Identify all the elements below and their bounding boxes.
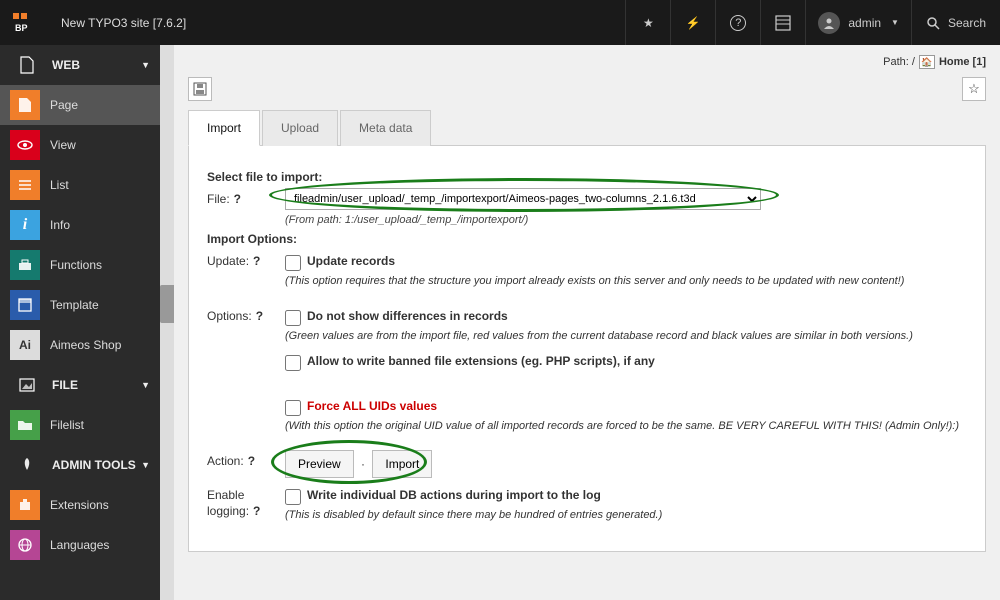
help-icon[interactable]: ? (248, 454, 255, 468)
force-uids-desc: (With this option the original UID value… (285, 420, 967, 432)
globe-icon (10, 530, 40, 560)
home-page-icon: 🏠 (919, 55, 935, 69)
save-action-icon[interactable] (188, 77, 212, 101)
path-home-link[interactable]: Home [1] (939, 56, 986, 68)
sidebar-item-aimeos[interactable]: Ai Aimeos Shop (0, 325, 160, 365)
bookmark-icon[interactable]: ★ (625, 0, 670, 45)
update-label: Update:? (207, 250, 285, 268)
pagetree-collapsed (160, 45, 174, 600)
update-records-desc: (This option requires that the structure… (285, 275, 967, 287)
eye-icon (10, 130, 40, 160)
options-label: Options:? (207, 305, 285, 323)
sidebar-item-functions[interactable]: Functions (0, 245, 160, 285)
sidebar-item-list[interactable]: List (0, 165, 160, 205)
cache-flash-icon[interactable]: ⚡ (670, 0, 715, 45)
sidebar-item-filelist[interactable]: Filelist (0, 405, 160, 445)
sidebar-item-page[interactable]: Page (0, 85, 160, 125)
chevron-down-icon: ▼ (141, 460, 150, 470)
action-label: Action:? (207, 450, 285, 468)
no-diff-desc: (Green values are from the import file, … (285, 330, 967, 342)
no-diff-label: Do not show differences in records (307, 309, 508, 323)
sidebar-group-admin[interactable]: ADMIN TOOLS ▼ (0, 445, 160, 485)
info-icon: i (10, 210, 40, 240)
logging-label: Enable logging:? (207, 484, 285, 519)
help-icon[interactable]: ? (234, 192, 241, 206)
rocket-icon (12, 450, 42, 480)
path-bar: Path: / 🏠 Home [1] (174, 45, 1000, 75)
template-icon (10, 290, 40, 320)
logging-desc: (This is disabled by default since there… (285, 509, 967, 521)
add-bookmark-button[interactable]: ☆ (962, 77, 986, 101)
caret-down-icon: ▼ (891, 18, 899, 27)
content-area: Path: / 🏠 Home [1] ☆ Import Upload Meta … (174, 45, 1000, 600)
tab-import[interactable]: Import (188, 110, 260, 146)
import-button[interactable]: Import (372, 450, 432, 478)
plugin-icon (10, 490, 40, 520)
pagetree-toggle-handle[interactable] (160, 285, 174, 323)
application-icon[interactable] (760, 0, 805, 45)
doc-header: ☆ (174, 75, 1000, 109)
aimeos-icon: Ai (10, 330, 40, 360)
folder-icon (10, 410, 40, 440)
sidebar-group-web[interactable]: WEB ▼ (0, 45, 160, 85)
typo3-logo-icon[interactable]: BP (0, 0, 45, 45)
file-select[interactable]: fileadmin/user_upload/_temp_/importexpor… (285, 188, 761, 210)
search-button[interactable]: Search (911, 0, 1000, 45)
list-icon (10, 170, 40, 200)
help-icon[interactable]: ? (715, 0, 760, 45)
topbar: BP New TYPO3 site [7.6.2] ★ ⚡ ? admin ▼ … (0, 0, 1000, 45)
sidebar-item-view[interactable]: View (0, 125, 160, 165)
no-diff-checkbox[interactable] (285, 310, 301, 326)
force-uids-label: Force ALL UIDs values (307, 399, 437, 413)
force-uids-checkbox[interactable] (285, 400, 301, 416)
logging-label-text: Write individual DB actions during impor… (307, 488, 601, 502)
image-icon (12, 370, 42, 400)
svg-text:BP: BP (15, 23, 28, 33)
banned-ext-label: Allow to write banned file extensions (e… (307, 354, 655, 368)
banned-ext-checkbox[interactable] (285, 355, 301, 371)
page-icon (10, 90, 40, 120)
tab-bar: Import Upload Meta data (188, 109, 986, 146)
from-path-text: (From path: 1:/user_upload/_temp_/import… (285, 214, 967, 226)
site-title: New TYPO3 site [7.6.2] (45, 16, 202, 30)
help-icon[interactable]: ? (253, 254, 260, 268)
help-icon[interactable]: ? (256, 309, 263, 323)
search-label: Search (948, 16, 986, 30)
sidebar-item-extensions[interactable]: Extensions (0, 485, 160, 525)
user-avatar-icon (818, 12, 840, 34)
sidebar-item-info[interactable]: i Info (0, 205, 160, 245)
module-sidebar: WEB ▼ Page View List i Info Functions Te… (0, 45, 160, 600)
sidebar-group-file[interactable]: FILE ▼ (0, 365, 160, 405)
import-options-title: Import Options: (207, 232, 967, 246)
import-panel: Select file to import: File:? fileadmin/… (188, 146, 986, 552)
file-label: File:? (207, 188, 285, 206)
search-icon (926, 16, 940, 30)
select-file-title: Select file to import: (207, 170, 967, 184)
doc-icon (12, 50, 42, 80)
sidebar-item-template[interactable]: Template (0, 285, 160, 325)
tab-upload[interactable]: Upload (262, 110, 338, 146)
chevron-down-icon: ▼ (141, 380, 150, 390)
preview-button[interactable]: Preview (285, 450, 354, 478)
update-records-checkbox[interactable] (285, 255, 301, 271)
user-label: admin (848, 16, 881, 30)
logging-checkbox[interactable] (285, 489, 301, 505)
update-records-label: Update records (307, 254, 395, 268)
user-menu[interactable]: admin ▼ (805, 0, 911, 45)
sidebar-item-languages[interactable]: Languages (0, 525, 160, 565)
help-icon[interactable]: ? (253, 504, 260, 520)
chevron-down-icon: ▼ (141, 60, 150, 70)
toolbox-icon (10, 250, 40, 280)
tab-metadata[interactable]: Meta data (340, 110, 431, 146)
